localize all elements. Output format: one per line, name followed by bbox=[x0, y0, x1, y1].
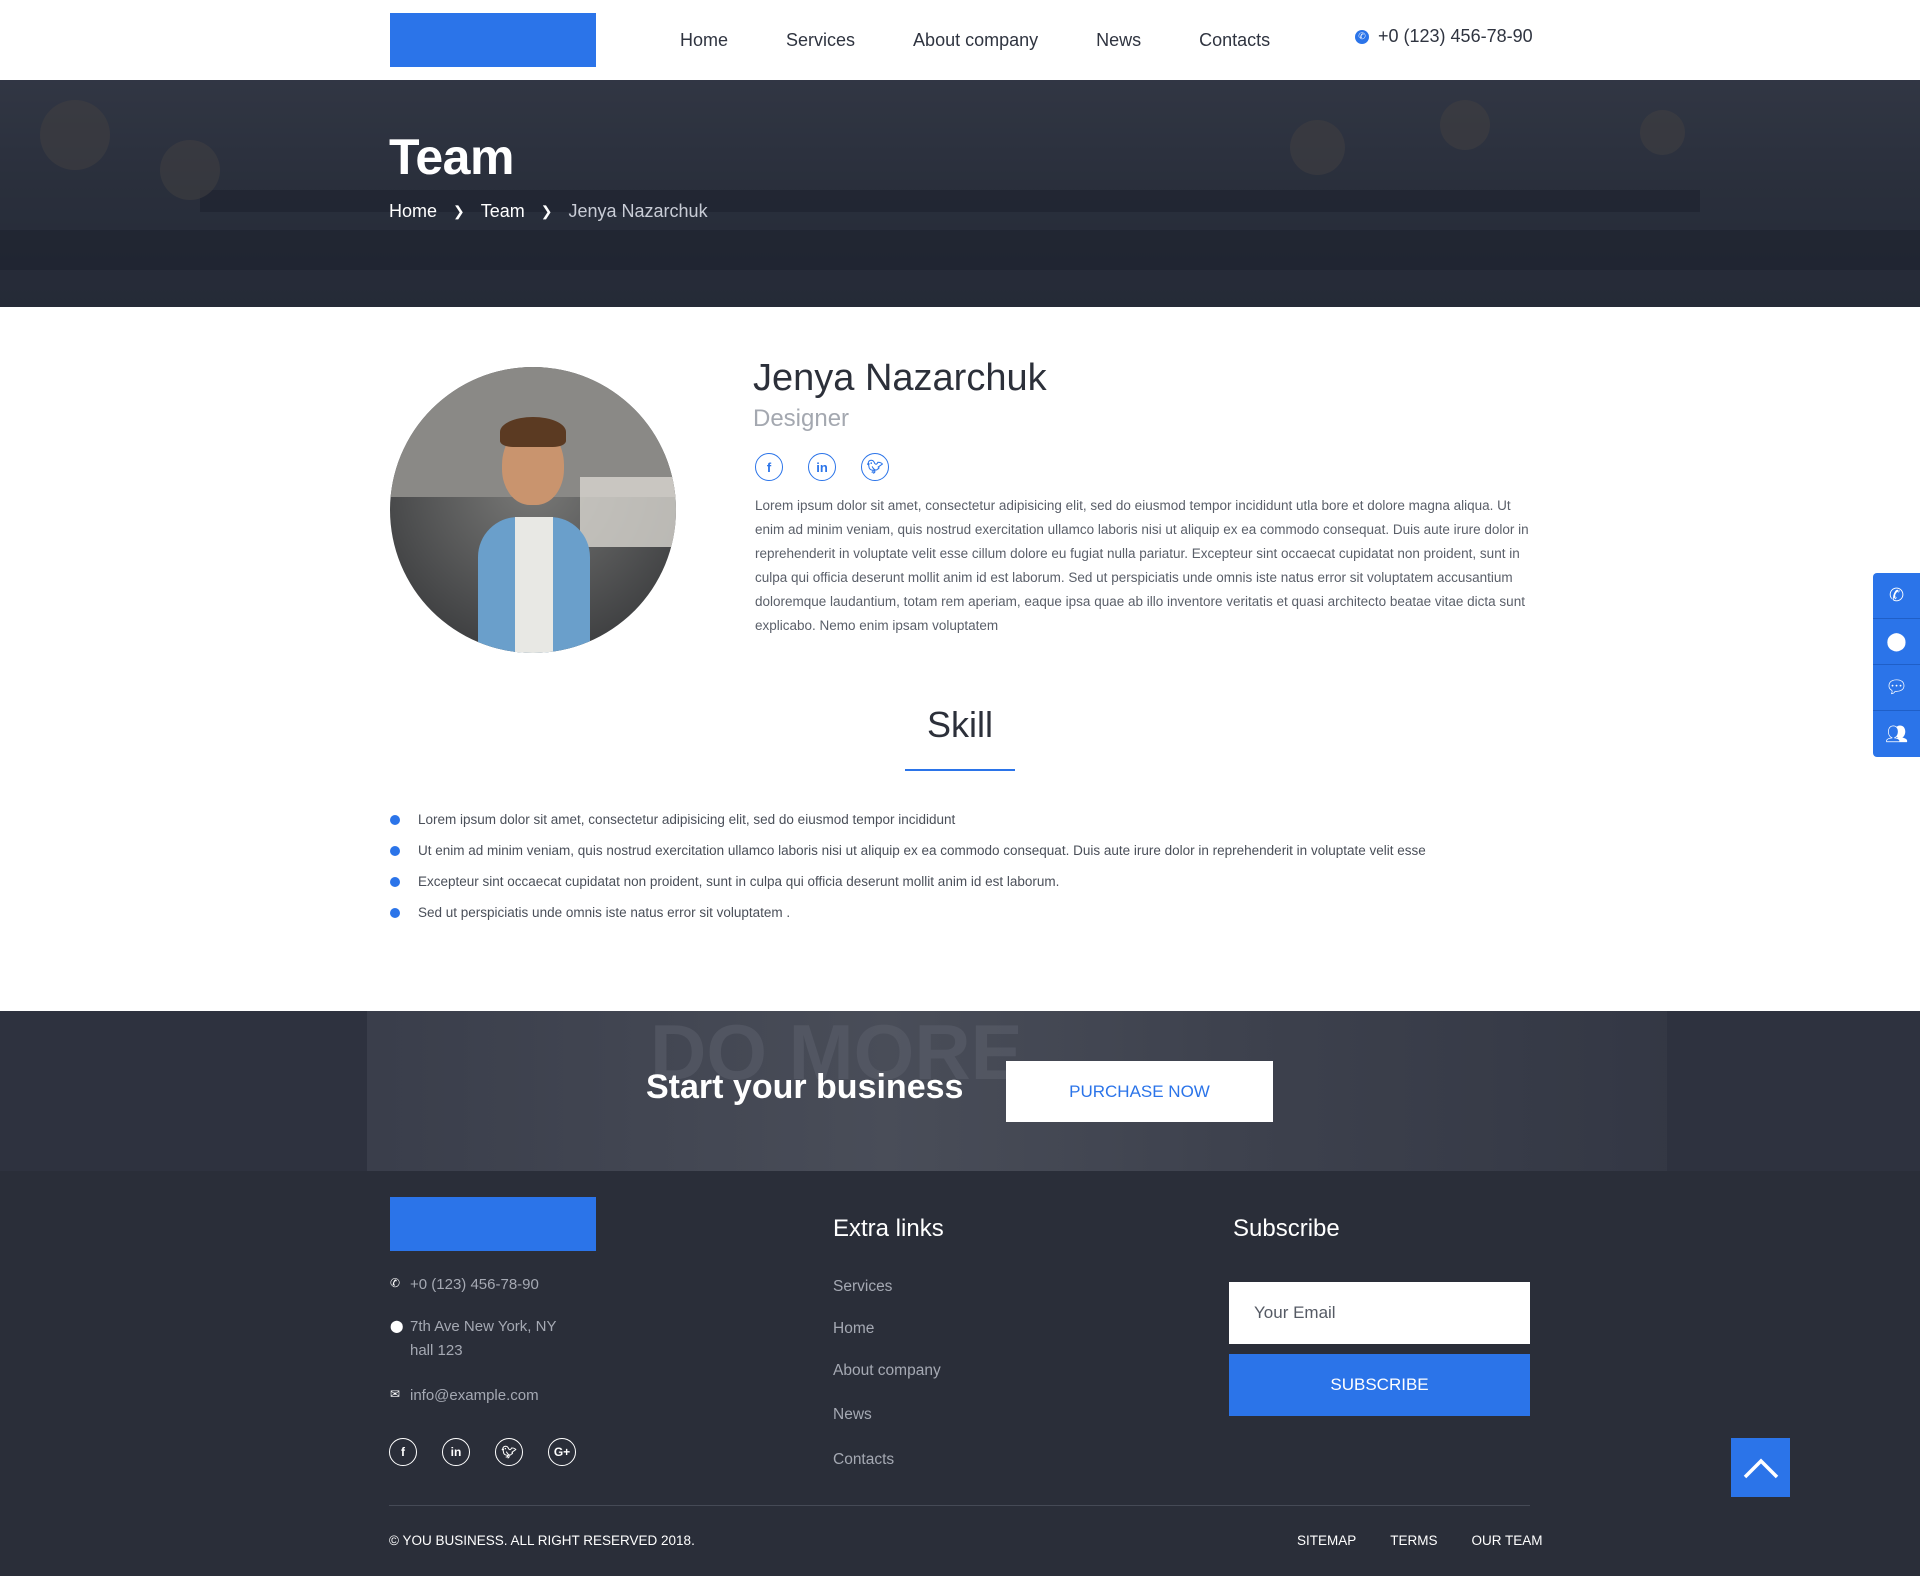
bullet-icon bbox=[390, 814, 400, 825]
sitemap-link[interactable]: SITEMAP bbox=[1297, 1533, 1356, 1548]
subscribe-title: Subscribe bbox=[1233, 1215, 1340, 1242]
twitter-icon[interactable]: 🐦︎ bbox=[495, 1438, 523, 1466]
footer-email[interactable]: ✉ info@example.com bbox=[390, 1387, 539, 1404]
chevron-right-icon: ❯ bbox=[453, 203, 465, 219]
linkedin-icon[interactable]: in bbox=[442, 1438, 470, 1466]
cta-band: DO MORE. Start your business PURCHASE NO… bbox=[0, 1011, 1920, 1171]
footer-link-home[interactable]: Home bbox=[833, 1320, 874, 1338]
back-to-top-button[interactable] bbox=[1731, 1438, 1790, 1497]
side-contact-panel: ✆ ⬤ 💬︎ 👥︎ bbox=[1873, 573, 1920, 757]
skill-list: Lorem ipsum dolor sit amet, consectetur … bbox=[390, 804, 1426, 928]
map-pin-icon: ⬤ bbox=[390, 1319, 404, 1333]
member-socials: f in 🐦︎ bbox=[755, 453, 914, 481]
member-name: Jenya Nazarchuk bbox=[753, 357, 1047, 399]
nav-about-company[interactable]: About company bbox=[913, 30, 1038, 51]
twitter-icon[interactable]: 🐦︎ bbox=[861, 453, 889, 481]
site-header: Home Services About company News Contact… bbox=[0, 0, 1920, 80]
google-plus-icon[interactable]: G+ bbox=[548, 1438, 576, 1466]
member-role: Designer bbox=[753, 405, 850, 432]
member-bio: Lorem ipsum dolor sit amet, consectetur … bbox=[755, 498, 1529, 633]
nav-contacts[interactable]: Contacts bbox=[1199, 30, 1270, 51]
skill-text: Lorem ipsum dolor sit amet, consectetur … bbox=[418, 812, 956, 827]
footer-logo[interactable] bbox=[390, 1197, 596, 1251]
footer-email-address: info@example.com bbox=[410, 1387, 539, 1404]
list-item: Sed ut perspiciatis unde omnis iste natu… bbox=[390, 897, 1426, 928]
skill-title: Skill bbox=[926, 704, 993, 745]
email-field[interactable] bbox=[1229, 1282, 1530, 1344]
footer-link-services[interactable]: Services bbox=[833, 1278, 892, 1296]
skill-text: Sed ut perspiciatis unde omnis iste natu… bbox=[418, 905, 791, 920]
avatar-tshirt bbox=[515, 517, 553, 653]
footer-phone-number: +0 (123) 456-78-90 bbox=[410, 1276, 539, 1293]
bullet-icon bbox=[390, 876, 400, 887]
linkedin-icon[interactable]: in bbox=[808, 453, 836, 481]
header-phone[interactable]: ✆ +0 (123) 456-78-90 bbox=[1355, 26, 1533, 47]
our-team-link[interactable]: OUR TEAM bbox=[1472, 1533, 1543, 1548]
logo[interactable] bbox=[390, 13, 596, 67]
footer-bottom-links: SITEMAP TERMS OUR TEAM bbox=[1297, 1533, 1543, 1548]
main-nav: Home Services About company News Contact… bbox=[680, 0, 1328, 80]
site-footer: ✆ +0 (123) 456-78-90 ⬤ 7th Ave New York,… bbox=[0, 1171, 1920, 1576]
list-item: Excepteur sint occaecat cupidatat non pr… bbox=[390, 866, 1426, 897]
chat-icon[interactable]: 💬︎ bbox=[1873, 665, 1920, 711]
bullet-icon bbox=[390, 845, 400, 856]
footer-address-line1: 7th Ave New York, NY bbox=[410, 1318, 557, 1335]
mail-icon: ✉ bbox=[390, 1387, 401, 1401]
footer-link-about-company[interactable]: About company bbox=[833, 1362, 941, 1380]
copyright: © YOU BUSINESS. ALL RIGHT RESERVED 2018. bbox=[389, 1533, 695, 1548]
footer-socials: f in 🐦︎ G+ bbox=[389, 1438, 601, 1466]
terms-link[interactable]: TERMS bbox=[1390, 1533, 1437, 1548]
avatar-hair bbox=[500, 417, 566, 447]
facebook-icon[interactable]: f bbox=[755, 453, 783, 481]
nav-news[interactable]: News bbox=[1096, 30, 1141, 51]
phone-icon[interactable]: ✆ bbox=[1873, 573, 1920, 619]
footer-link-news[interactable]: News bbox=[833, 1406, 872, 1424]
team-icon[interactable]: 👥︎ bbox=[1873, 711, 1920, 757]
footer-phone[interactable]: ✆ +0 (123) 456-78-90 bbox=[390, 1276, 539, 1293]
footer-link-contacts[interactable]: Contacts bbox=[833, 1451, 894, 1469]
chevron-up-icon bbox=[1743, 1458, 1778, 1478]
hero-overlay bbox=[0, 80, 1920, 307]
page-title: Team bbox=[389, 129, 514, 185]
breadcrumb: Home ❯ Team ❯ Jenya Nazarchuk bbox=[389, 201, 708, 222]
footer-address-line2: hall 123 bbox=[410, 1342, 463, 1359]
avatar-background-desk bbox=[580, 477, 676, 547]
avatar bbox=[390, 367, 676, 653]
extra-links-title: Extra links bbox=[833, 1215, 944, 1242]
facebook-icon[interactable]: f bbox=[389, 1438, 417, 1466]
breadcrumb-current: Jenya Nazarchuk bbox=[568, 201, 708, 221]
purchase-now-button[interactable]: PURCHASE NOW bbox=[1006, 1061, 1273, 1122]
nav-services[interactable]: Services bbox=[786, 30, 855, 51]
nav-home[interactable]: Home bbox=[680, 30, 728, 51]
skill-divider bbox=[905, 769, 1015, 771]
breadcrumb-team[interactable]: Team bbox=[481, 201, 525, 222]
page-hero: Team Home ❯ Team ❯ Jenya Nazarchuk bbox=[0, 80, 1920, 307]
bullet-icon bbox=[390, 907, 400, 918]
phone-icon: ✆ bbox=[390, 1276, 401, 1290]
footer-divider bbox=[389, 1505, 1530, 1506]
breadcrumb-home[interactable]: Home bbox=[389, 201, 437, 222]
cta-heading: Start your business bbox=[646, 1068, 964, 1106]
map-pin-icon[interactable]: ⬤ bbox=[1873, 619, 1920, 665]
subscribe-button[interactable]: SUBSCRIBE bbox=[1229, 1354, 1530, 1416]
chevron-right-icon: ❯ bbox=[540, 203, 553, 219]
header-phone-number: +0 (123) 456-78-90 bbox=[1378, 26, 1533, 46]
skill-text: Excepteur sint occaecat cupidatat non pr… bbox=[418, 874, 1060, 889]
list-item: Ut enim ad minim veniam, quis nostrud ex… bbox=[390, 835, 1426, 866]
phone-icon: ✆ bbox=[1355, 29, 1369, 44]
skill-text: Ut enim ad minim veniam, quis nostrud ex… bbox=[418, 843, 1426, 858]
footer-address: ⬤ 7th Ave New York, NY hall 123 bbox=[390, 1318, 557, 1363]
list-item: Lorem ipsum dolor sit amet, consectetur … bbox=[390, 804, 1426, 835]
